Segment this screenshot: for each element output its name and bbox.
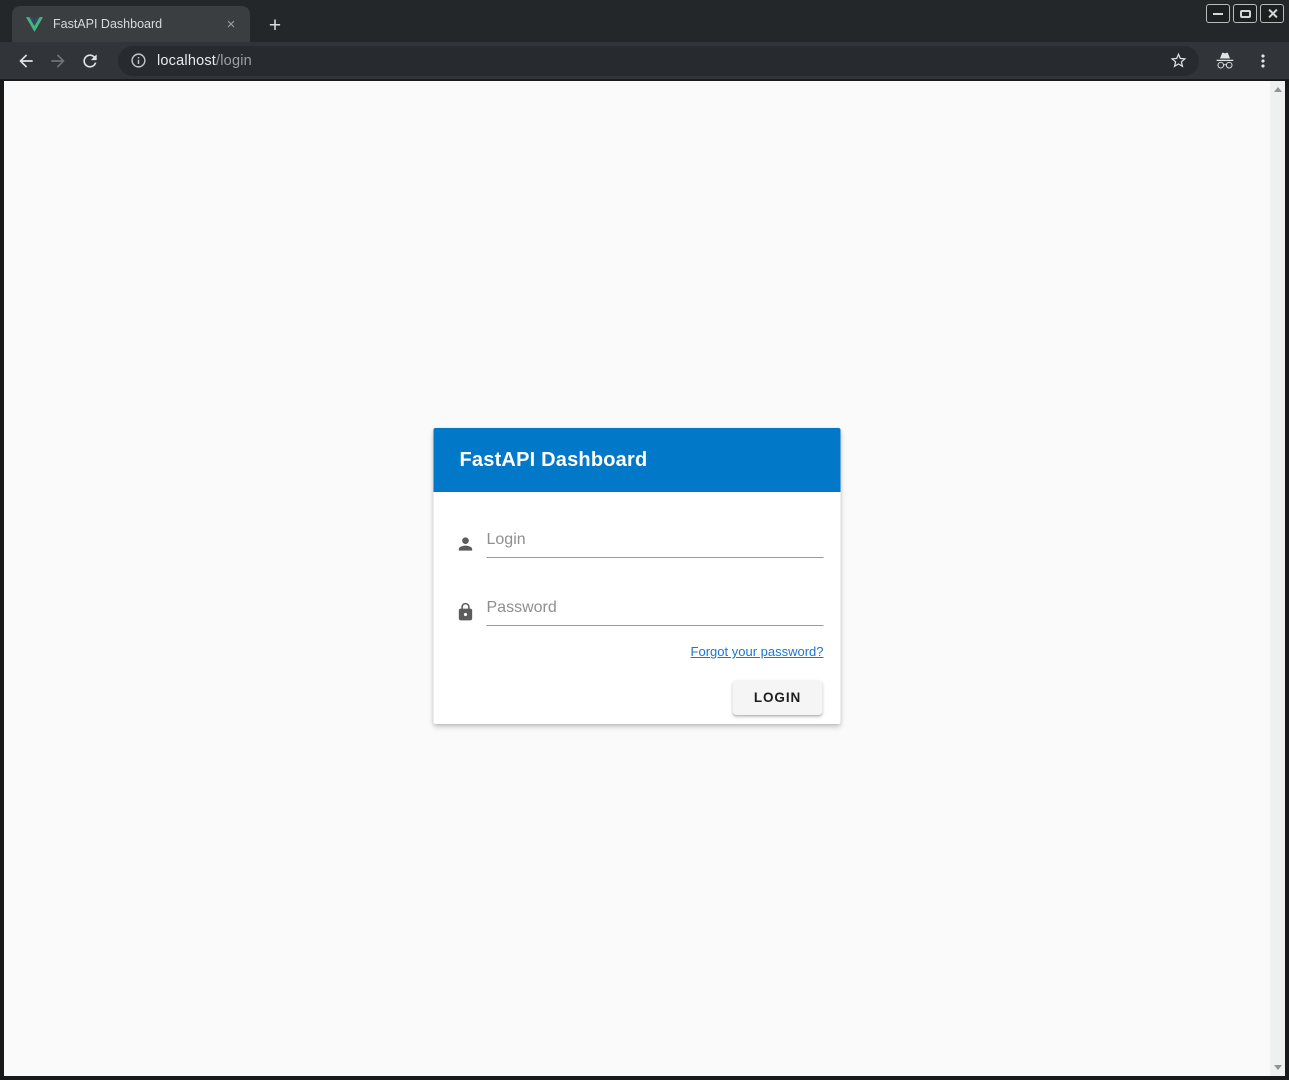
close-icon	[1267, 8, 1278, 19]
arrow-forward-icon	[48, 51, 68, 71]
tab-strip: FastAPI Dashboard × +	[0, 0, 1289, 42]
card-title: FastAPI Dashboard	[460, 449, 648, 472]
login-button[interactable]: LOGIN	[733, 680, 823, 715]
vue-logo-icon	[26, 17, 43, 32]
window-maximize-button[interactable]	[1233, 4, 1257, 23]
window-close-button[interactable]	[1260, 4, 1284, 23]
login-input-wrap	[487, 531, 824, 558]
login-card: FastAPI Dashboard	[434, 428, 841, 724]
browser-tab-fastapi-dashboard[interactable]: FastAPI Dashboard ×	[12, 6, 250, 42]
forward-button[interactable]	[42, 45, 74, 77]
login-field-row	[456, 531, 824, 558]
back-button[interactable]	[10, 45, 42, 77]
address-bar[interactable]: localhost/login	[118, 46, 1199, 76]
login-input[interactable]	[487, 531, 824, 558]
login-button-row: LOGIN	[456, 680, 824, 715]
url-host: localhost	[157, 53, 216, 69]
window-controls	[1206, 4, 1284, 23]
incognito-indicator	[1209, 45, 1241, 77]
site-info-icon[interactable]	[130, 52, 147, 69]
toolbar-right	[1209, 45, 1279, 77]
more-vert-icon	[1253, 51, 1273, 71]
bookmark-button[interactable]	[1163, 46, 1193, 76]
page-scrollbar[interactable]	[1270, 81, 1285, 1076]
url-text: localhost/login	[157, 53, 252, 69]
password-input[interactable]	[487, 599, 824, 626]
tab-close-icon[interactable]: ×	[222, 15, 240, 33]
scrollbar-up-arrow-icon[interactable]	[1274, 87, 1282, 92]
page-content: FastAPI Dashboard	[4, 81, 1285, 1076]
url-path: /login	[216, 53, 252, 69]
reload-button[interactable]	[74, 45, 106, 77]
card-body: Forgot your password? LOGIN	[434, 492, 841, 724]
person-icon	[456, 534, 476, 554]
star-outline-icon	[1169, 51, 1188, 70]
browser-menu-button[interactable]	[1247, 45, 1279, 77]
password-field-row	[456, 599, 824, 626]
arrow-back-icon	[16, 51, 36, 71]
maximize-icon	[1240, 10, 1251, 18]
lock-icon	[456, 602, 476, 622]
forgot-password-link[interactable]: Forgot your password?	[691, 644, 824, 659]
window-minimize-button[interactable]	[1206, 4, 1230, 23]
new-tab-button[interactable]: +	[262, 13, 288, 39]
password-input-wrap	[487, 599, 824, 626]
minimize-icon	[1213, 13, 1223, 15]
scrollbar-down-arrow-icon[interactable]	[1274, 1065, 1282, 1070]
incognito-icon	[1215, 51, 1235, 71]
card-header: FastAPI Dashboard	[434, 428, 841, 492]
reload-icon	[80, 51, 100, 71]
tab-title: FastAPI Dashboard	[53, 17, 222, 31]
browser-toolbar: localhost/login	[0, 42, 1289, 80]
forgot-password-row: Forgot your password?	[456, 643, 824, 661]
login-card-area: FastAPI Dashboard	[4, 81, 1270, 1076]
